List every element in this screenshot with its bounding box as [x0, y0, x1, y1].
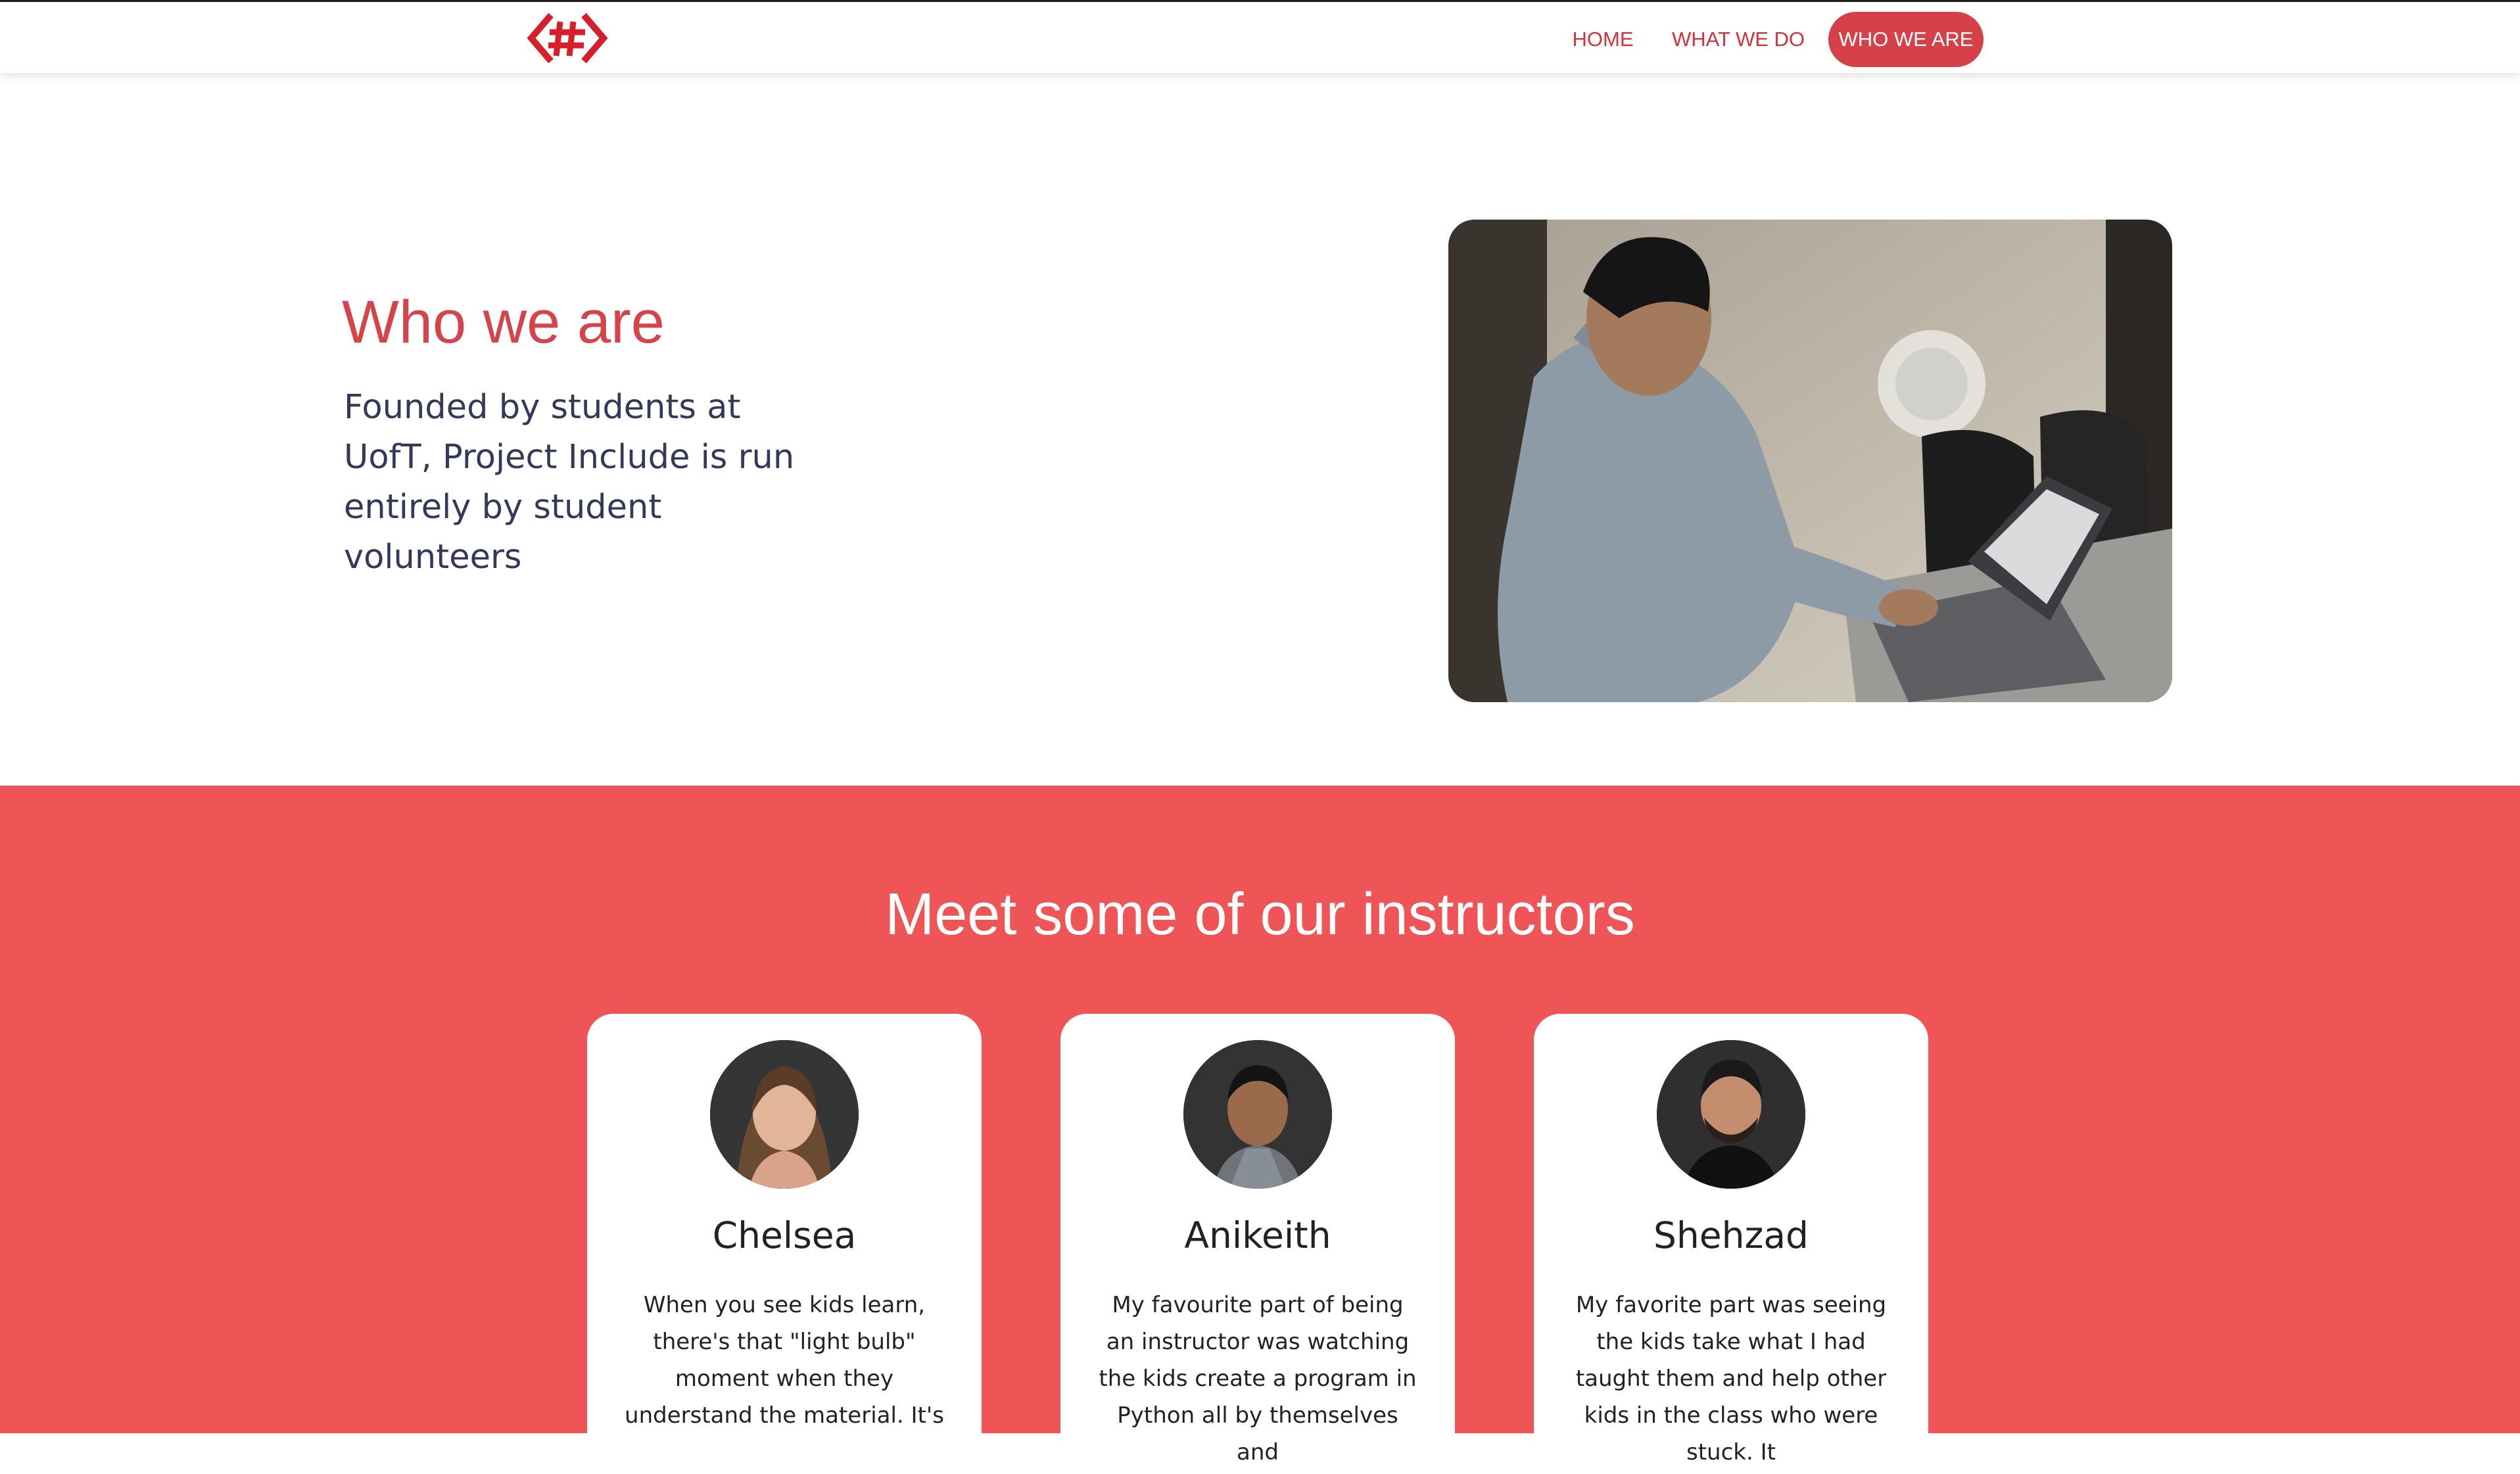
instructor-card-chelsea: Chelsea When you see kids learn, there's… — [587, 1014, 982, 1474]
hero-photo — [1448, 220, 2172, 702]
instructor-name: Chelsea — [712, 1214, 857, 1256]
hero-title: Who we are — [342, 289, 665, 356]
instructor-quote: My favourite part of being an instructor… — [1099, 1292, 1417, 1465]
navbar: HOME WHAT WE DO WHO WE ARE — [0, 0, 2520, 73]
nav-who-we-are-link[interactable]: WHO WE ARE — [1828, 12, 1984, 67]
instructors-title: Meet some of our instructors — [885, 882, 1635, 947]
instructor-card-anikeith: Anikeith My favourite part of being an i… — [1060, 1014, 1455, 1474]
instructor-name: Anikeith — [1184, 1214, 1331, 1256]
student-laptop-illustration — [1448, 220, 2172, 702]
nav-what-we-do-link[interactable]: WHAT WE DO — [1665, 12, 1812, 67]
avatar-anikeith — [1183, 1040, 1332, 1189]
instructor-card-shehzad: Shehzad My favorite part was seeing the … — [1534, 1014, 1928, 1474]
hash-logo-icon[interactable] — [527, 10, 607, 66]
avatar-chelsea — [710, 1040, 859, 1189]
instructor-quote: My favorite part was seeing the kids tak… — [1575, 1292, 1887, 1465]
avatar-shehzad — [1657, 1040, 1805, 1189]
instructor-quote: When you see kids learn, there's that "l… — [625, 1292, 944, 1429]
hero-description: Founded by students at UofT, Project Inc… — [344, 388, 795, 577]
instructor-name: Shehzad — [1653, 1214, 1809, 1256]
nav-home-link[interactable]: HOME — [1563, 12, 1642, 67]
